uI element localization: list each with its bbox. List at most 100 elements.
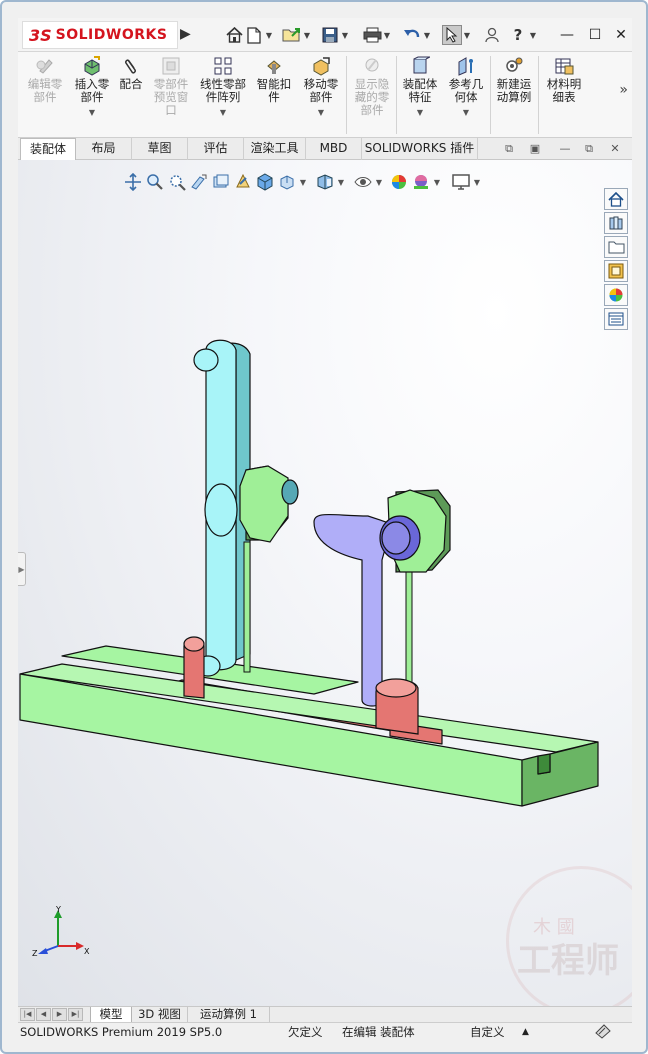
reference-geometry-button[interactable]: 参考几 何体 ▼ — [444, 56, 488, 119]
help-dropdown-icon[interactable]: ▼ — [528, 31, 538, 40]
new-dropdown-icon[interactable]: ▼ — [264, 31, 274, 40]
assembly-features-button[interactable]: 装配体 特征 ▼ — [398, 56, 442, 119]
hide-show-dropdown-icon[interactable]: ▼ — [298, 178, 308, 187]
print-dropdown-icon[interactable]: ▼ — [382, 31, 392, 40]
assembly-features-label: 装配体 特征 — [402, 77, 438, 104]
tab-3d-view[interactable]: 3D 视图 — [132, 1007, 188, 1023]
move-component-dropdown-icon[interactable]: ▼ — [298, 106, 344, 119]
select-arrow-icon[interactable] — [442, 25, 462, 45]
zoom-to-area-icon[interactable] — [144, 171, 166, 193]
smart-fasteners-button[interactable]: 智能扣 件 — [254, 56, 294, 104]
save-dropdown-icon[interactable]: ▼ — [340, 31, 350, 40]
undo-dropdown-icon[interactable]: ▼ — [422, 31, 432, 40]
show-hidden-components-button[interactable]: 显示隐 藏的零 部件 — [350, 56, 394, 117]
tab-motion-study-1[interactable]: 运动算例 1 — [188, 1007, 270, 1023]
linear-component-pattern-label: 线性零部 件阵列 — [200, 77, 246, 104]
restore-doc-icon[interactable]: ⧉ — [580, 140, 598, 158]
maximize-icon[interactable]: ☐ — [584, 24, 606, 46]
ribbon-separator — [346, 56, 347, 134]
linear-pattern-dropdown-icon[interactable]: ▼ — [196, 106, 250, 119]
open-folder-icon[interactable] — [282, 25, 302, 45]
assembly-model[interactable] — [18, 310, 632, 830]
left-hub-axle — [281, 479, 299, 505]
smart-fasteners-label: 智能扣 件 — [256, 77, 292, 104]
appearances-scenes-icon[interactable] — [604, 284, 628, 306]
assembly-features-dropdown-icon[interactable]: ▼ — [398, 106, 442, 119]
restore-pane-icon[interactable]: ⧉ — [500, 140, 518, 158]
bill-of-materials-icon — [553, 56, 575, 76]
minimize-doc-icon[interactable]: — — [556, 140, 574, 158]
solidworks-logo[interactable]: 3S SOLIDWORKS — [22, 21, 178, 49]
new-document-icon[interactable] — [244, 25, 264, 45]
edit-appearance-icon[interactable] — [314, 171, 336, 193]
mate-button[interactable]: 配合 — [116, 56, 146, 91]
section-view-icon[interactable] — [188, 171, 210, 193]
help-icon[interactable]: ? — [508, 25, 528, 45]
close-icon[interactable]: ✕ — [610, 24, 632, 46]
tab-mbd[interactable]: MBD — [306, 138, 362, 160]
base-front-face — [19, 673, 523, 807]
design-library-icon[interactable] — [604, 212, 628, 234]
home-icon[interactable] — [224, 25, 244, 45]
view-settings-monitor-icon[interactable] — [450, 171, 472, 193]
bill-of-materials-button[interactable]: 材料明 细表 — [542, 56, 586, 104]
user-icon[interactable] — [482, 25, 502, 45]
appearance-sphere-icon[interactable] — [388, 171, 410, 193]
linear-component-pattern-button[interactable]: 线性零部 件阵列 ▼ — [196, 56, 250, 119]
tab-sketch[interactable]: 草图 — [132, 138, 188, 160]
select-dropdown-icon[interactable]: ▼ — [462, 31, 472, 40]
next-tab-arrow-icon[interactable]: ▶ — [52, 1008, 67, 1021]
reference-geometry-dropdown-icon[interactable]: ▼ — [444, 106, 488, 119]
insert-components-button[interactable]: 插入零 部件 ▼ — [70, 56, 114, 119]
eye-dropdown-icon[interactable]: ▼ — [374, 178, 384, 187]
prev-tab-arrow-icon[interactable]: ◀ — [36, 1008, 51, 1021]
display-style-cube-icon[interactable] — [254, 171, 276, 193]
move-component-button[interactable]: 移动零 部件 ▼ — [298, 56, 344, 119]
first-tab-arrow-icon[interactable]: |◀ — [20, 1008, 35, 1021]
dynamic-annotation-icon[interactable] — [210, 171, 232, 193]
graphics-area[interactable]: ▼ ▼ ▼ ▼ ▼ ▶ Y X Z 木 國 工程师 — [18, 160, 632, 1006]
view-orientation-icon[interactable] — [232, 171, 254, 193]
new-motion-study-button[interactable]: 新建运 动算例 — [492, 56, 536, 104]
tile-pane-icon[interactable]: ▣ — [526, 140, 544, 158]
minimize-icon[interactable]: — — [556, 24, 578, 46]
scene-dropdown-icon[interactable]: ▼ — [432, 178, 442, 187]
menu-expand-arrow-icon[interactable]: ▶ — [180, 26, 192, 44]
rebuild-status-icon[interactable] — [594, 1023, 612, 1045]
tab-render-tools[interactable]: 渲染工具 — [244, 138, 306, 160]
previous-view-icon[interactable] — [166, 171, 188, 193]
show-hidden-icon — [361, 56, 383, 76]
file-explorer-icon[interactable] — [604, 236, 628, 258]
tab-model[interactable]: 模型 — [90, 1007, 132, 1023]
hide-show-items-icon[interactable] — [276, 171, 298, 193]
open-dropdown-icon[interactable]: ▼ — [302, 31, 312, 40]
heads-up-view-toolbar: ▼ ▼ ▼ ▼ ▼ — [122, 170, 482, 194]
ribbon-more-button[interactable]: » — [619, 82, 628, 98]
last-tab-arrow-icon[interactable]: ▶| — [68, 1008, 83, 1021]
insert-components-label: 插入零 部件 — [74, 77, 110, 104]
triad-y-label: Y — [55, 905, 61, 914]
motion-study-icon — [503, 56, 525, 76]
edit-appearance-dropdown-icon[interactable]: ▼ — [336, 178, 346, 187]
insert-components-dropdown-icon[interactable]: ▼ — [70, 106, 114, 119]
tab-layout[interactable]: 布局 — [76, 138, 132, 160]
zoom-to-fit-icon[interactable] — [122, 171, 144, 193]
component-preview-window-label: 零部件 预览窗 口 — [153, 77, 189, 117]
print-icon[interactable] — [362, 25, 382, 45]
tab-evaluate[interactable]: 评估 — [188, 138, 244, 160]
tab-assembly[interactable]: 装配体 — [20, 138, 76, 160]
task-pane-home-icon[interactable] — [604, 188, 628, 210]
save-icon[interactable] — [320, 25, 340, 45]
scene-icon[interactable] — [410, 171, 432, 193]
edit-component-button[interactable]: 编辑零 部件 — [22, 56, 68, 104]
tab-solidworks-addins[interactable]: SOLIDWORKS 插件 — [362, 138, 478, 160]
mate-label: 配合 — [119, 77, 143, 91]
component-preview-window-button[interactable]: 零部件 预览窗 口 — [148, 56, 194, 117]
units-arrow-icon[interactable]: ▲ — [522, 1023, 529, 1042]
close-doc-icon[interactable]: ✕ — [606, 140, 624, 158]
undo-icon[interactable] — [402, 25, 422, 45]
status-units[interactable]: 自定义 — [470, 1023, 505, 1042]
view-palette-icon[interactable] — [604, 260, 628, 282]
hide-eye-icon[interactable] — [352, 171, 374, 193]
view-settings-dropdown-icon[interactable]: ▼ — [472, 178, 482, 187]
